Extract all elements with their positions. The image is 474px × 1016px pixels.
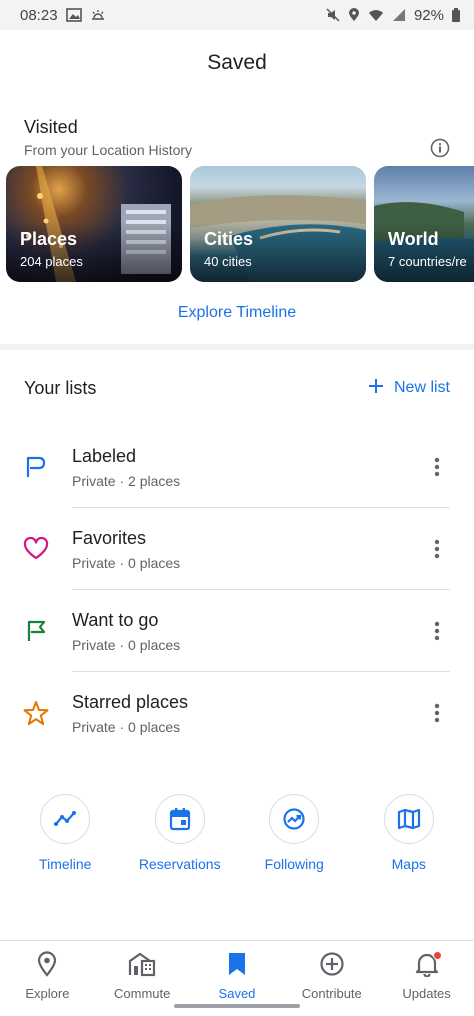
plus-icon: [368, 378, 384, 399]
home-indicator[interactable]: [174, 1004, 300, 1008]
star-icon: [0, 700, 72, 726]
battery-icon: [452, 8, 460, 22]
shortcut-maps[interactable]: Maps: [354, 794, 464, 920]
nav-contribute[interactable]: Contribute: [287, 941, 377, 1016]
card-places-title: Places: [20, 229, 78, 249]
visited-header: Visited From your Location History: [0, 96, 474, 166]
more-vert-icon[interactable]: [400, 703, 474, 723]
card-world-title: World: [388, 229, 439, 249]
nav-label: Contribute: [301, 986, 362, 1001]
lists-title: Your lists: [24, 377, 97, 398]
new-list-label: New list: [393, 379, 450, 396]
explore-timeline-link[interactable]: Explore Timeline: [0, 284, 474, 344]
list-meta: Private · 0 places: [72, 718, 181, 735]
card-places-count: 204 places: [20, 254, 83, 269]
signal-icon: [392, 8, 406, 22]
trending-icon: [269, 794, 320, 844]
timeline-icon: [40, 794, 91, 844]
visited-cards-carousel[interactable]: Places 204 places Cities 40 cities World…: [0, 166, 474, 284]
nav-label: Updates: [402, 986, 451, 1001]
gallery-icon: [65, 8, 82, 22]
status-bar: 08:23 92%: [0, 0, 474, 30]
shortcut-following[interactable]: Following: [239, 794, 349, 920]
mute-icon: [326, 8, 340, 22]
new-list-button[interactable]: New list: [368, 378, 450, 399]
list-meta: Private · 2 places: [72, 472, 181, 489]
list-item-labeled[interactable]: Labeled Private · 2 places: [0, 426, 474, 508]
nav-label: Explore: [25, 986, 70, 1001]
shortcut-label: Maps: [391, 856, 426, 872]
visited-subtitle: From your Location History: [24, 142, 193, 158]
calendar-icon: [154, 794, 205, 844]
card-places[interactable]: Places 204 places: [6, 166, 182, 282]
heart-icon: [0, 537, 72, 561]
list-name: Starred places: [72, 691, 189, 712]
visited-title: Visited: [24, 117, 78, 137]
list-name: Favorites: [72, 527, 147, 548]
info-icon[interactable]: [430, 138, 450, 163]
list-meta: Private · 0 places: [72, 554, 181, 571]
more-vert-icon[interactable]: [400, 621, 474, 641]
add-circle-icon: [319, 951, 345, 982]
map-icon: [383, 794, 434, 844]
list-item-starred-places[interactable]: Starred places Private · 0 places: [0, 672, 474, 754]
list-meta: Private · 0 places: [72, 636, 181, 653]
card-cities-title: Cities: [204, 229, 254, 249]
nav-explore[interactable]: Explore: [2, 941, 92, 1016]
location-icon: [348, 8, 360, 22]
card-world[interactable]: World 7 countries/re: [374, 166, 474, 282]
shortcut-label: Timeline: [39, 856, 92, 872]
card-world-count: 7 countries/re: [388, 254, 467, 269]
list-item-want-to-go[interactable]: Want to go Private · 0 places: [0, 590, 474, 672]
nav-label: Commute: [114, 986, 171, 1001]
shortcut-timeline[interactable]: Timeline: [10, 794, 120, 920]
flag-outline-icon: [0, 455, 72, 479]
commute-icon: [128, 951, 156, 982]
more-vert-icon[interactable]: [400, 457, 474, 477]
shortcut-label: Reservations: [138, 856, 221, 872]
more-vert-icon[interactable]: [400, 539, 474, 559]
shortcuts-row: Timeline Reservations Following Maps: [0, 754, 474, 920]
flag-icon: [0, 619, 72, 643]
battery-text: 92%: [413, 6, 444, 24]
location-pin-icon: [36, 951, 58, 982]
lists-header: Your lists New list: [0, 350, 474, 426]
page-title: Saved: [207, 51, 267, 74]
list-name: Want to go: [72, 609, 159, 630]
status-time: 08:23: [20, 6, 58, 24]
card-cities[interactable]: Cities 40 cities: [190, 166, 366, 282]
list-name: Labeled: [72, 445, 137, 466]
nav-label: Saved: [218, 986, 256, 1001]
wifi-icon: [368, 8, 384, 22]
bookmark-icon: [227, 951, 247, 982]
list-item-favorites[interactable]: Favorites Private · 0 places: [0, 508, 474, 590]
shortcut-reservations[interactable]: Reservations: [125, 794, 235, 920]
nav-updates[interactable]: Updates: [382, 941, 472, 1016]
card-cities-count: 40 cities: [204, 254, 252, 269]
notification-badge: [432, 951, 442, 960]
weather-icon: [90, 8, 106, 22]
shortcut-label: Following: [264, 856, 324, 872]
